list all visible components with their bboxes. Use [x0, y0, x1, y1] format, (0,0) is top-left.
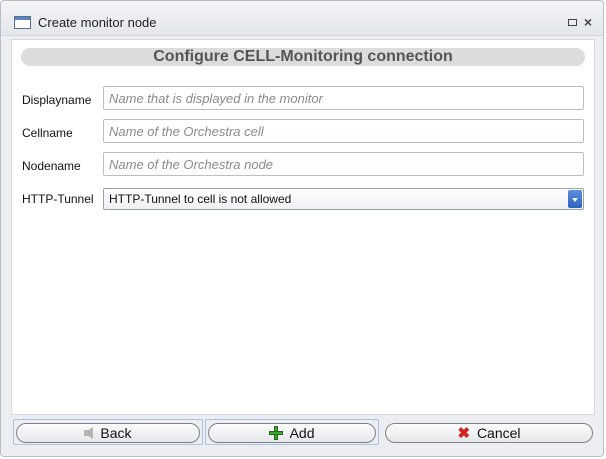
- add-button[interactable]: Add: [208, 423, 376, 443]
- add-button-label: Add: [289, 425, 315, 441]
- form-panel: Configure CELL-Monitoring connection Dis…: [11, 39, 595, 415]
- cellname-label: Cellname: [22, 126, 73, 140]
- dialog-window: Create monitor node × Configure CELL-Mon…: [0, 0, 604, 457]
- cancel-button[interactable]: ✖ Cancel: [385, 423, 593, 443]
- title-bar[interactable]: Create monitor node ×: [1, 1, 603, 36]
- close-icon[interactable]: ×: [581, 15, 595, 29]
- x-icon: ✖: [457, 425, 471, 442]
- restore-icon[interactable]: [565, 15, 579, 29]
- http-tunnel-value: HTTP-Tunnel to cell is not allowed: [109, 192, 292, 206]
- displayname-label: Displayname: [22, 93, 92, 107]
- back-button[interactable]: Back: [16, 423, 200, 443]
- cellname-input[interactable]: [103, 119, 584, 143]
- chevron-down-icon[interactable]: [568, 190, 582, 208]
- window-title: Create monitor node: [38, 15, 157, 30]
- plus-icon: [269, 426, 284, 441]
- http-tunnel-select[interactable]: HTTP-Tunnel to cell is not allowed: [103, 188, 584, 210]
- window-icon: [14, 16, 31, 29]
- cancel-button-label: Cancel: [476, 425, 521, 441]
- back-button-label: Back: [100, 425, 132, 441]
- nodename-label: Nodename: [22, 159, 81, 173]
- displayname-input[interactable]: [103, 86, 584, 110]
- page-title: Configure CELL-Monitoring connection: [21, 48, 585, 66]
- nodename-input[interactable]: [103, 152, 584, 176]
- back-arrow-icon: [84, 427, 94, 440]
- http-tunnel-label: HTTP-Tunnel: [22, 192, 94, 206]
- button-bar: Back Add ✖ Cancel: [1, 417, 605, 451]
